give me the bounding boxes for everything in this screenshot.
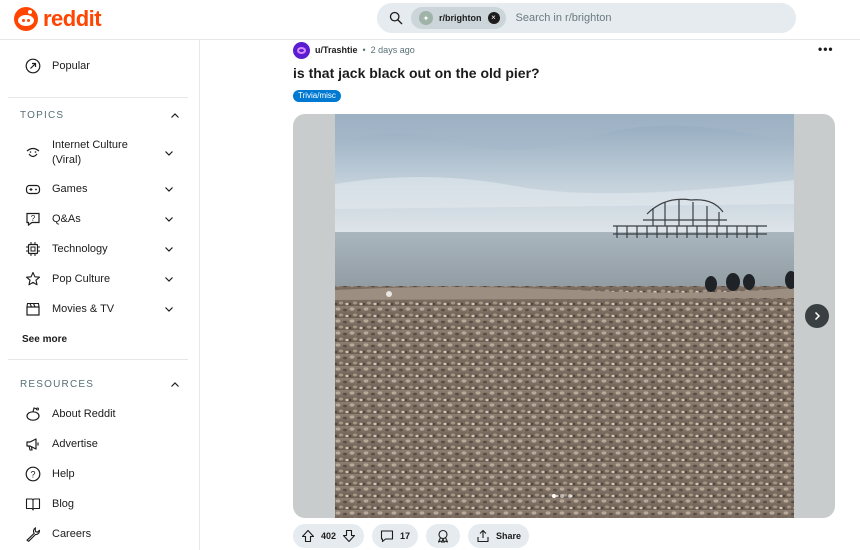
- resources-section-header[interactable]: RESOURCES: [20, 379, 180, 390]
- sidebar-item-blog[interactable]: Blog: [8, 489, 188, 519]
- book-icon: [24, 495, 42, 513]
- topics-section-header[interactable]: TOPICS: [20, 110, 180, 121]
- clapperboard-icon: [24, 300, 42, 318]
- upvote-icon[interactable]: [301, 529, 315, 543]
- sidebar-item-careers[interactable]: Careers: [8, 519, 188, 549]
- sidebar-item-internet-culture[interactable]: Internet Culture (Viral): [8, 136, 188, 170]
- sidebar-item-label: Careers: [52, 528, 92, 540]
- post-timestamp: 2 days ago: [370, 45, 415, 55]
- search-bar[interactable]: ✦ r/brighton × Search in r/brighton: [377, 3, 796, 33]
- wrench-icon: [24, 525, 42, 543]
- sidebar-item-about-reddit[interactable]: About Reddit: [8, 399, 188, 429]
- vote-score: 402: [321, 531, 337, 541]
- chevron-up-icon: [171, 112, 179, 118]
- share-button[interactable]: Share: [468, 524, 530, 548]
- sidebar-item-label: Advertise: [52, 438, 98, 450]
- sidebar-item-games[interactable]: Games: [8, 174, 188, 204]
- post-photo: [335, 114, 794, 518]
- comments-button[interactable]: 17: [372, 524, 419, 548]
- section-heading: RESOURCES: [20, 379, 95, 390]
- chevron-up-icon: [171, 381, 179, 387]
- post-title[interactable]: is that jack black out on the old pier?: [293, 65, 540, 81]
- chevron-down-icon: [165, 187, 173, 192]
- share-label: Share: [496, 531, 522, 541]
- chevron-down-icon: [165, 247, 173, 252]
- comment-icon: [380, 530, 394, 543]
- comment-count: 17: [400, 531, 411, 541]
- reddit-icon: [24, 405, 42, 423]
- post-image-gallery[interactable]: [293, 114, 835, 518]
- see-more-link[interactable]: See more: [22, 334, 67, 345]
- post-action-bar: 402 17 Share: [293, 524, 530, 548]
- sidebar-item-label: Movies & TV: [52, 303, 115, 315]
- sidebar-item-label: Blog: [52, 498, 75, 510]
- search-input[interactable]: Search in r/brighton: [516, 12, 612, 24]
- smile-icon: [24, 144, 42, 162]
- more-options-button[interactable]: •••: [818, 42, 834, 56]
- trending-arrow-icon: [24, 57, 42, 75]
- sidebar-item-label: Internet Culture (Viral): [52, 139, 128, 166]
- sidebar-item-label: Pop Culture: [52, 273, 111, 285]
- gallery-dots: [552, 494, 572, 498]
- gamepad-icon: [24, 180, 42, 198]
- chevron-down-icon: [165, 151, 173, 156]
- search-icon: [389, 11, 403, 25]
- sidebar-item-pop-culture[interactable]: Pop Culture: [8, 264, 188, 294]
- meta-separator: •: [362, 45, 366, 55]
- left-sidebar: Popular TOPICS Internet Culture (Viral) …: [0, 40, 200, 550]
- close-icon[interactable]: ×: [487, 12, 500, 24]
- sidebar-item-movies-tv[interactable]: Movies & TV: [8, 294, 188, 324]
- sidebar-item-label: Help: [52, 468, 75, 480]
- sidebar-item-label: Q&As: [52, 213, 81, 225]
- subreddit-avatar-icon: ✦: [419, 11, 433, 25]
- sidebar-divider: [8, 359, 188, 360]
- help-icon: ?: [24, 465, 42, 483]
- chevron-down-icon: [165, 277, 173, 282]
- section-heading: TOPICS: [20, 110, 65, 121]
- sidebar-item-label: Technology: [52, 243, 108, 255]
- vote-control: 402: [293, 524, 365, 548]
- sidebar-divider: [8, 97, 188, 98]
- post-flair[interactable]: Trivia/misc: [293, 90, 341, 102]
- post-meta: u/Trashtie • 2 days ago: [293, 40, 415, 60]
- chevron-down-icon: [165, 217, 173, 222]
- logo-text: reddit: [43, 6, 102, 31]
- downvote-icon[interactable]: [342, 529, 356, 543]
- chip-icon: [24, 240, 42, 258]
- svg-text:?: ?: [31, 214, 36, 223]
- reddit-logo[interactable]: reddit: [14, 6, 102, 32]
- chevron-down-icon: [165, 307, 173, 312]
- reddit-alien-icon: [14, 7, 38, 31]
- user-avatar[interactable]: [293, 41, 310, 59]
- chevron-right-icon: [814, 311, 821, 321]
- svg-text:?: ?: [30, 470, 35, 480]
- subreddit-chip-label: r/brighton: [439, 13, 482, 23]
- sidebar-item-help[interactable]: ? Help: [8, 459, 188, 489]
- sidebar-item-label: About Reddit: [52, 408, 116, 420]
- megaphone-icon: [24, 435, 42, 453]
- gallery-dot[interactable]: [560, 494, 564, 498]
- question-bubble-icon: ?: [24, 210, 42, 228]
- sidebar-item-technology[interactable]: Technology: [8, 234, 188, 264]
- post-author[interactable]: u/Trashtie: [315, 45, 358, 55]
- sidebar-item-label: Popular: [52, 60, 90, 72]
- sidebar-item-qas[interactable]: ? Q&As: [8, 204, 188, 234]
- gallery-dot[interactable]: [568, 494, 572, 498]
- subreddit-filter-chip: ✦ r/brighton ×: [411, 7, 506, 29]
- gallery-dot[interactable]: [552, 494, 556, 498]
- award-button[interactable]: [426, 524, 461, 548]
- top-header: reddit ✦ r/brighton × Search in r/bright…: [0, 0, 860, 40]
- next-image-button[interactable]: [805, 304, 829, 328]
- star-icon: [24, 270, 42, 288]
- sidebar-item-advertise[interactable]: Advertise: [8, 429, 188, 459]
- sidebar-item-label: Games: [52, 183, 88, 195]
- sidebar-item-popular[interactable]: Popular: [8, 51, 188, 81]
- share-icon: [477, 529, 489, 543]
- award-icon: [438, 529, 449, 543]
